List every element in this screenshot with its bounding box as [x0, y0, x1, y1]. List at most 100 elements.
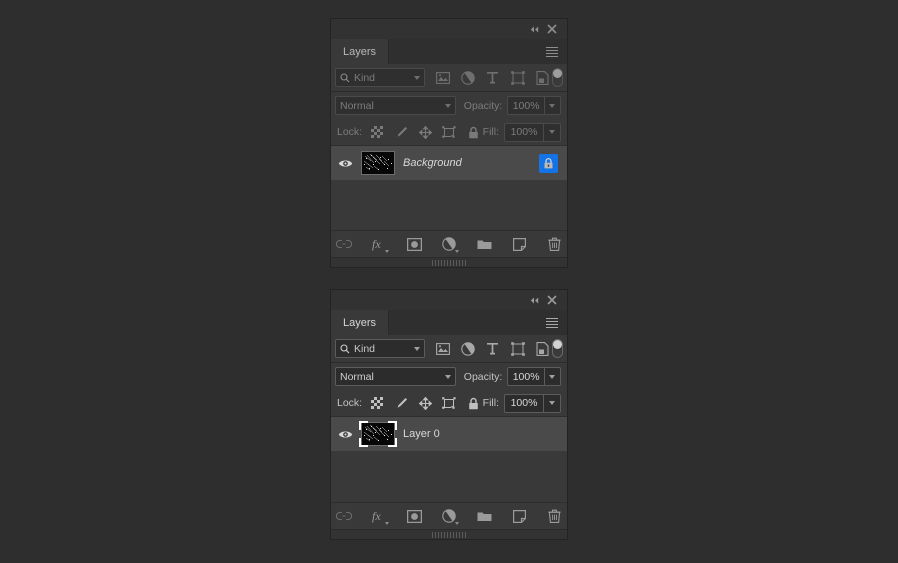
layers-panel-top: Layers Kind Normal Opacity: 100% Lock: F… — [330, 18, 568, 268]
fill-label: Fill: — [482, 126, 499, 138]
delete-layer-icon[interactable] — [546, 508, 562, 524]
chevron-down-icon — [414, 75, 420, 80]
table-row[interactable]: Background — [331, 146, 567, 180]
svg-text:fx: fx — [372, 509, 381, 523]
search-icon — [340, 72, 350, 83]
lock-all-icon[interactable] — [466, 396, 480, 410]
layer-actions-toolbar: fx — [331, 502, 567, 529]
selection-bracket-bottom-right — [388, 438, 397, 447]
shape-layer-filter-icon[interactable] — [510, 341, 525, 356]
new-layer-icon[interactable] — [511, 236, 527, 252]
filter-kind-dropdown[interactable]: Kind — [335, 339, 425, 358]
filter-enable-toggle[interactable] — [552, 68, 563, 87]
lock-artboard-nesting-icon[interactable] — [442, 396, 456, 410]
lock-artboard-nesting-icon[interactable] — [442, 125, 456, 139]
pixel-layer-filter-icon[interactable] — [435, 70, 450, 85]
opacity-stepper[interactable] — [544, 96, 561, 115]
panel-tabstrip: Layers — [331, 39, 567, 64]
adjustment-layer-filter-icon[interactable] — [460, 70, 475, 85]
chevron-down-icon — [444, 374, 451, 379]
layer-name[interactable]: Background — [403, 157, 539, 169]
layer-lock-badge-icon[interactable] — [539, 153, 558, 173]
new-group-icon[interactable] — [476, 236, 492, 252]
lock-position-icon[interactable] — [418, 125, 432, 139]
delete-layer-icon[interactable] — [546, 236, 562, 252]
chevron-down-icon — [549, 374, 556, 379]
layer-visibility-eye-icon[interactable] — [331, 158, 359, 169]
fill-input[interactable]: 100% — [504, 393, 544, 413]
filter-icon-group — [435, 70, 550, 85]
layer-styles-fx-icon[interactable]: fx — [371, 236, 389, 253]
pixel-layer-filter-icon[interactable] — [435, 341, 450, 356]
smart-object-filter-icon[interactable] — [535, 70, 550, 85]
layer-thumbnail-wrap[interactable] — [359, 150, 397, 176]
smart-object-filter-icon[interactable] — [535, 341, 550, 356]
app-canvas: Layers Kind Normal Opacity: 100% Lock: F… — [0, 0, 898, 563]
new-adjustment-layer-icon[interactable] — [441, 508, 459, 525]
layer-filter-row: Kind — [331, 64, 567, 92]
lock-all-icon[interactable] — [466, 125, 480, 139]
layer-name[interactable]: Layer 0 — [403, 428, 567, 440]
blend-mode-row: Normal Opacity: 100% — [331, 92, 567, 119]
lock-transparent-pixels-icon[interactable] — [370, 396, 384, 410]
opacity-input[interactable]: 100% — [507, 96, 545, 115]
panel-titlebar — [331, 290, 567, 310]
type-layer-filter-icon[interactable] — [485, 341, 500, 356]
new-adjustment-layer-icon[interactable] — [441, 236, 459, 253]
opacity-label: Opacity: — [463, 370, 503, 383]
lock-label: Lock: — [337, 397, 363, 409]
fill-input[interactable]: 100% — [504, 122, 544, 142]
blend-mode-dropdown[interactable]: Normal — [335, 96, 456, 115]
chevron-down-icon — [549, 130, 555, 134]
tab-layers-label: Layers — [343, 316, 377, 329]
opacity-input[interactable]: 100% — [507, 367, 545, 386]
table-row[interactable]: Layer 0 — [331, 417, 567, 451]
panel-resize-grip[interactable] — [331, 529, 567, 539]
lock-image-pixels-icon[interactable] — [394, 396, 408, 410]
add-layer-mask-icon[interactable] — [406, 236, 422, 252]
lock-icon-group — [370, 396, 480, 410]
tab-layers-label: Layers — [343, 45, 377, 58]
tab-layers[interactable]: Layers — [331, 310, 390, 335]
blend-mode-value: Normal — [340, 99, 374, 112]
layer-styles-fx-icon[interactable]: fx — [371, 508, 389, 525]
chevron-down-icon — [385, 522, 389, 525]
svg-text:fx: fx — [372, 237, 381, 251]
search-icon — [340, 343, 350, 354]
opacity-stepper[interactable] — [544, 367, 561, 386]
collapse-icon[interactable] — [525, 20, 543, 38]
add-layer-mask-icon[interactable] — [406, 508, 422, 524]
fill-stepper[interactable] — [544, 393, 561, 413]
lock-transparent-pixels-icon[interactable] — [370, 125, 384, 139]
opacity-label: Opacity: — [463, 99, 503, 112]
panel-titlebar — [331, 19, 567, 39]
type-layer-filter-icon[interactable] — [485, 70, 500, 85]
lock-position-icon[interactable] — [418, 396, 432, 410]
tab-layers[interactable]: Layers — [331, 39, 390, 64]
lock-row: Lock: Fill: 100% — [331, 390, 567, 416]
filter-enable-toggle[interactable] — [552, 339, 563, 358]
new-layer-icon[interactable] — [511, 508, 527, 524]
link-layers-icon[interactable] — [336, 236, 352, 252]
panel-menu-icon[interactable] — [541, 39, 563, 64]
panel-menu-icon[interactable] — [541, 310, 563, 335]
filter-kind-dropdown[interactable]: Kind — [335, 68, 425, 87]
adjustment-layer-filter-icon[interactable] — [460, 341, 475, 356]
close-icon[interactable] — [543, 20, 561, 38]
layer-list: Background — [331, 145, 567, 230]
layer-thumbnail-wrap[interactable] — [359, 421, 397, 447]
close-icon[interactable] — [543, 291, 561, 309]
lock-row: Lock: Fill: 100% — [331, 119, 567, 145]
lock-image-pixels-icon[interactable] — [394, 125, 408, 139]
layers-panel-bottom: Layers Kind Normal Opacity: 100% Lock: F… — [330, 289, 568, 540]
shape-layer-filter-icon[interactable] — [510, 70, 525, 85]
link-layers-icon[interactable] — [336, 508, 352, 524]
panel-resize-grip[interactable] — [331, 257, 567, 267]
chevron-down-icon — [455, 250, 459, 253]
fill-stepper[interactable] — [544, 122, 561, 142]
layer-thumbnail — [361, 151, 395, 175]
layer-visibility-eye-icon[interactable] — [331, 429, 359, 440]
blend-mode-dropdown[interactable]: Normal — [335, 367, 456, 386]
new-group-icon[interactable] — [476, 508, 492, 524]
collapse-icon[interactable] — [525, 291, 543, 309]
